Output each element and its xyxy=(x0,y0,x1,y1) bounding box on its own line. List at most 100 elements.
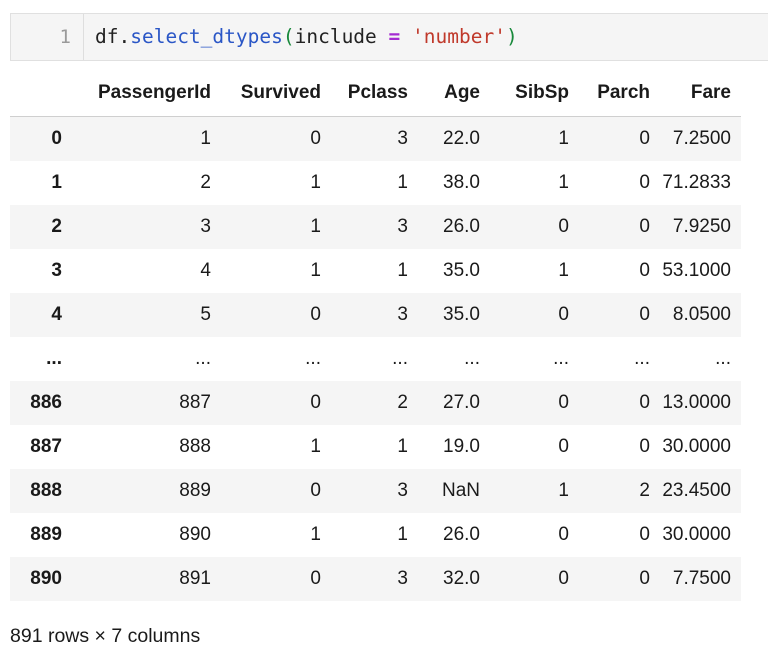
code-string: 'number' xyxy=(412,25,506,48)
table-cell: 1 xyxy=(558,480,569,501)
table-cell: 1 xyxy=(558,260,569,281)
code-cell[interactable]: 1 df.select_dtypes(include = 'number') xyxy=(10,13,768,61)
table-cell: 1 xyxy=(310,172,321,193)
table-cell: 26.0 xyxy=(443,524,480,545)
table-cell: 0 xyxy=(310,568,321,589)
table-cell: 53.1000 xyxy=(662,260,731,281)
table-cell: NaN xyxy=(441,480,480,501)
column-header: Fare xyxy=(660,70,741,117)
table-cell: 38.0 xyxy=(443,172,480,193)
table-cell: 0 xyxy=(639,568,650,589)
row-index: 0 xyxy=(51,128,62,149)
table-cell: 1 xyxy=(310,436,321,457)
table-cell: 1 xyxy=(397,260,408,281)
table-row: 4 5 0 3 35.0 0 0 8.0500 xyxy=(10,293,741,337)
row-index: 4 xyxy=(51,304,62,325)
table-cell: 3 xyxy=(397,480,408,501)
table-cell: 0 xyxy=(310,392,321,413)
table-cell: 3 xyxy=(397,128,408,149)
table-cell: 32.0 xyxy=(443,568,480,589)
table-cell: 890 xyxy=(179,524,211,545)
table-cell: 7.9250 xyxy=(672,216,731,237)
table-cell: 2 xyxy=(397,392,408,413)
table-cell: 0 xyxy=(558,216,569,237)
table-cell: 0 xyxy=(639,392,650,413)
table-cell: 7.7500 xyxy=(672,568,731,589)
gutter-divider xyxy=(83,14,84,60)
table-cell: 1 xyxy=(397,436,408,457)
table-cell: ... xyxy=(634,348,650,369)
row-index: 889 xyxy=(30,524,62,545)
table-cell: 1 xyxy=(310,524,321,545)
table-cell: 0 xyxy=(310,480,321,501)
table-cell: 0 xyxy=(558,524,569,545)
table-cell: ... xyxy=(715,348,731,369)
table-cell: 7.2500 xyxy=(672,128,731,149)
table-cell: 0 xyxy=(639,172,650,193)
table-header-row: PassengerId Survived Pclass Age SibSp Parch Fa… xyxy=(10,70,741,117)
table-cell: 887 xyxy=(179,392,211,413)
table-cell: 0 xyxy=(310,128,321,149)
table-cell: 3 xyxy=(397,568,408,589)
table-cell: 889 xyxy=(179,480,211,501)
row-index: 886 xyxy=(30,392,62,413)
code-operator: = xyxy=(388,25,401,48)
column-header: Age xyxy=(418,70,490,117)
table-cell: 3 xyxy=(397,216,408,237)
row-index: 1 xyxy=(51,172,62,193)
table-cell: ... xyxy=(553,348,569,369)
table-cell: 0 xyxy=(639,128,650,149)
table-cell: 27.0 xyxy=(443,392,480,413)
table-cell: ... xyxy=(464,348,480,369)
table-cell: 1 xyxy=(558,128,569,149)
table-cell: 22.0 xyxy=(443,128,480,149)
table-cell: 0 xyxy=(558,392,569,413)
table-cell: 0 xyxy=(639,216,650,237)
row-index: 3 xyxy=(51,260,62,281)
table-cell: ... xyxy=(392,348,408,369)
table-cell: 19.0 xyxy=(443,436,480,457)
table-row: 889 890 1 1 26.0 0 0 30.0000 xyxy=(10,513,741,557)
table-row: 1 2 1 1 38.0 1 0 71.2833 xyxy=(10,161,741,205)
column-header: Parch xyxy=(579,70,660,117)
table-cell: 35.0 xyxy=(443,304,480,325)
row-index: 890 xyxy=(30,568,62,589)
table-row: 890 891 0 3 32.0 0 0 7.7500 xyxy=(10,557,741,601)
table-body: 0 1 0 3 22.0 1 0 7.2500 1 2 1 1 38.0 1 0 71.2833 2 3 1 3 26.… xyxy=(10,116,741,601)
row-index: 2 xyxy=(51,216,62,237)
table-cell: 0 xyxy=(639,436,650,457)
table-cell: ... xyxy=(195,348,211,369)
table-cell: 30.0000 xyxy=(662,436,731,457)
column-header: Survived xyxy=(221,70,331,117)
code-method: select_dtypes xyxy=(130,25,283,48)
code-close-paren: ) xyxy=(505,25,518,48)
table-cell: ... xyxy=(305,348,321,369)
table-cell: 23.4500 xyxy=(662,480,731,501)
column-header: Pclass xyxy=(331,70,418,117)
row-index: 887 xyxy=(30,436,62,457)
table-row: 887 888 1 1 19.0 0 0 30.0000 xyxy=(10,425,741,469)
table-cell: 5 xyxy=(200,304,211,325)
table-cell: 2 xyxy=(200,172,211,193)
table-cell: 1 xyxy=(558,172,569,193)
code-editor-line[interactable]: df.select_dtypes(include = 'number') xyxy=(95,14,518,60)
table-cell: 3 xyxy=(200,216,211,237)
table-row: 2 3 1 3 26.0 0 0 7.9250 xyxy=(10,205,741,249)
table-cell: 30.0000 xyxy=(662,524,731,545)
table-cell: 1 xyxy=(310,216,321,237)
table-row: 0 1 0 3 22.0 1 0 7.2500 xyxy=(10,116,741,161)
table-row: 888 889 0 3 NaN 1 2 23.4500 xyxy=(10,469,741,513)
table-cell: 4 xyxy=(200,260,211,281)
code-object: df. xyxy=(95,25,131,48)
table-cell: 0 xyxy=(639,304,650,325)
table-cell: 0 xyxy=(558,568,569,589)
index-header xyxy=(10,70,72,117)
table-cell: 1 xyxy=(397,524,408,545)
table-cell: 0 xyxy=(639,524,650,545)
column-header: SibSp xyxy=(490,70,579,117)
table-cell: 8.0500 xyxy=(672,304,731,325)
row-index: ... xyxy=(46,348,62,369)
table-shape-summary: 891 rows × 7 columns xyxy=(10,625,201,647)
table-cell: 1 xyxy=(397,172,408,193)
